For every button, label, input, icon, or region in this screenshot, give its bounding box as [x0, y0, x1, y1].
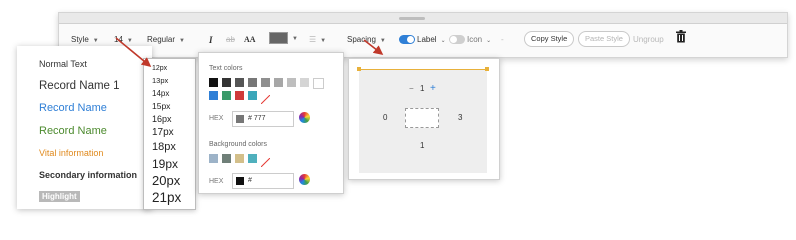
annotation-arrows: [115, 37, 384, 68]
arrow-to-size-list: [115, 37, 152, 68]
arrow-to-spacing-panel: [363, 39, 384, 55]
